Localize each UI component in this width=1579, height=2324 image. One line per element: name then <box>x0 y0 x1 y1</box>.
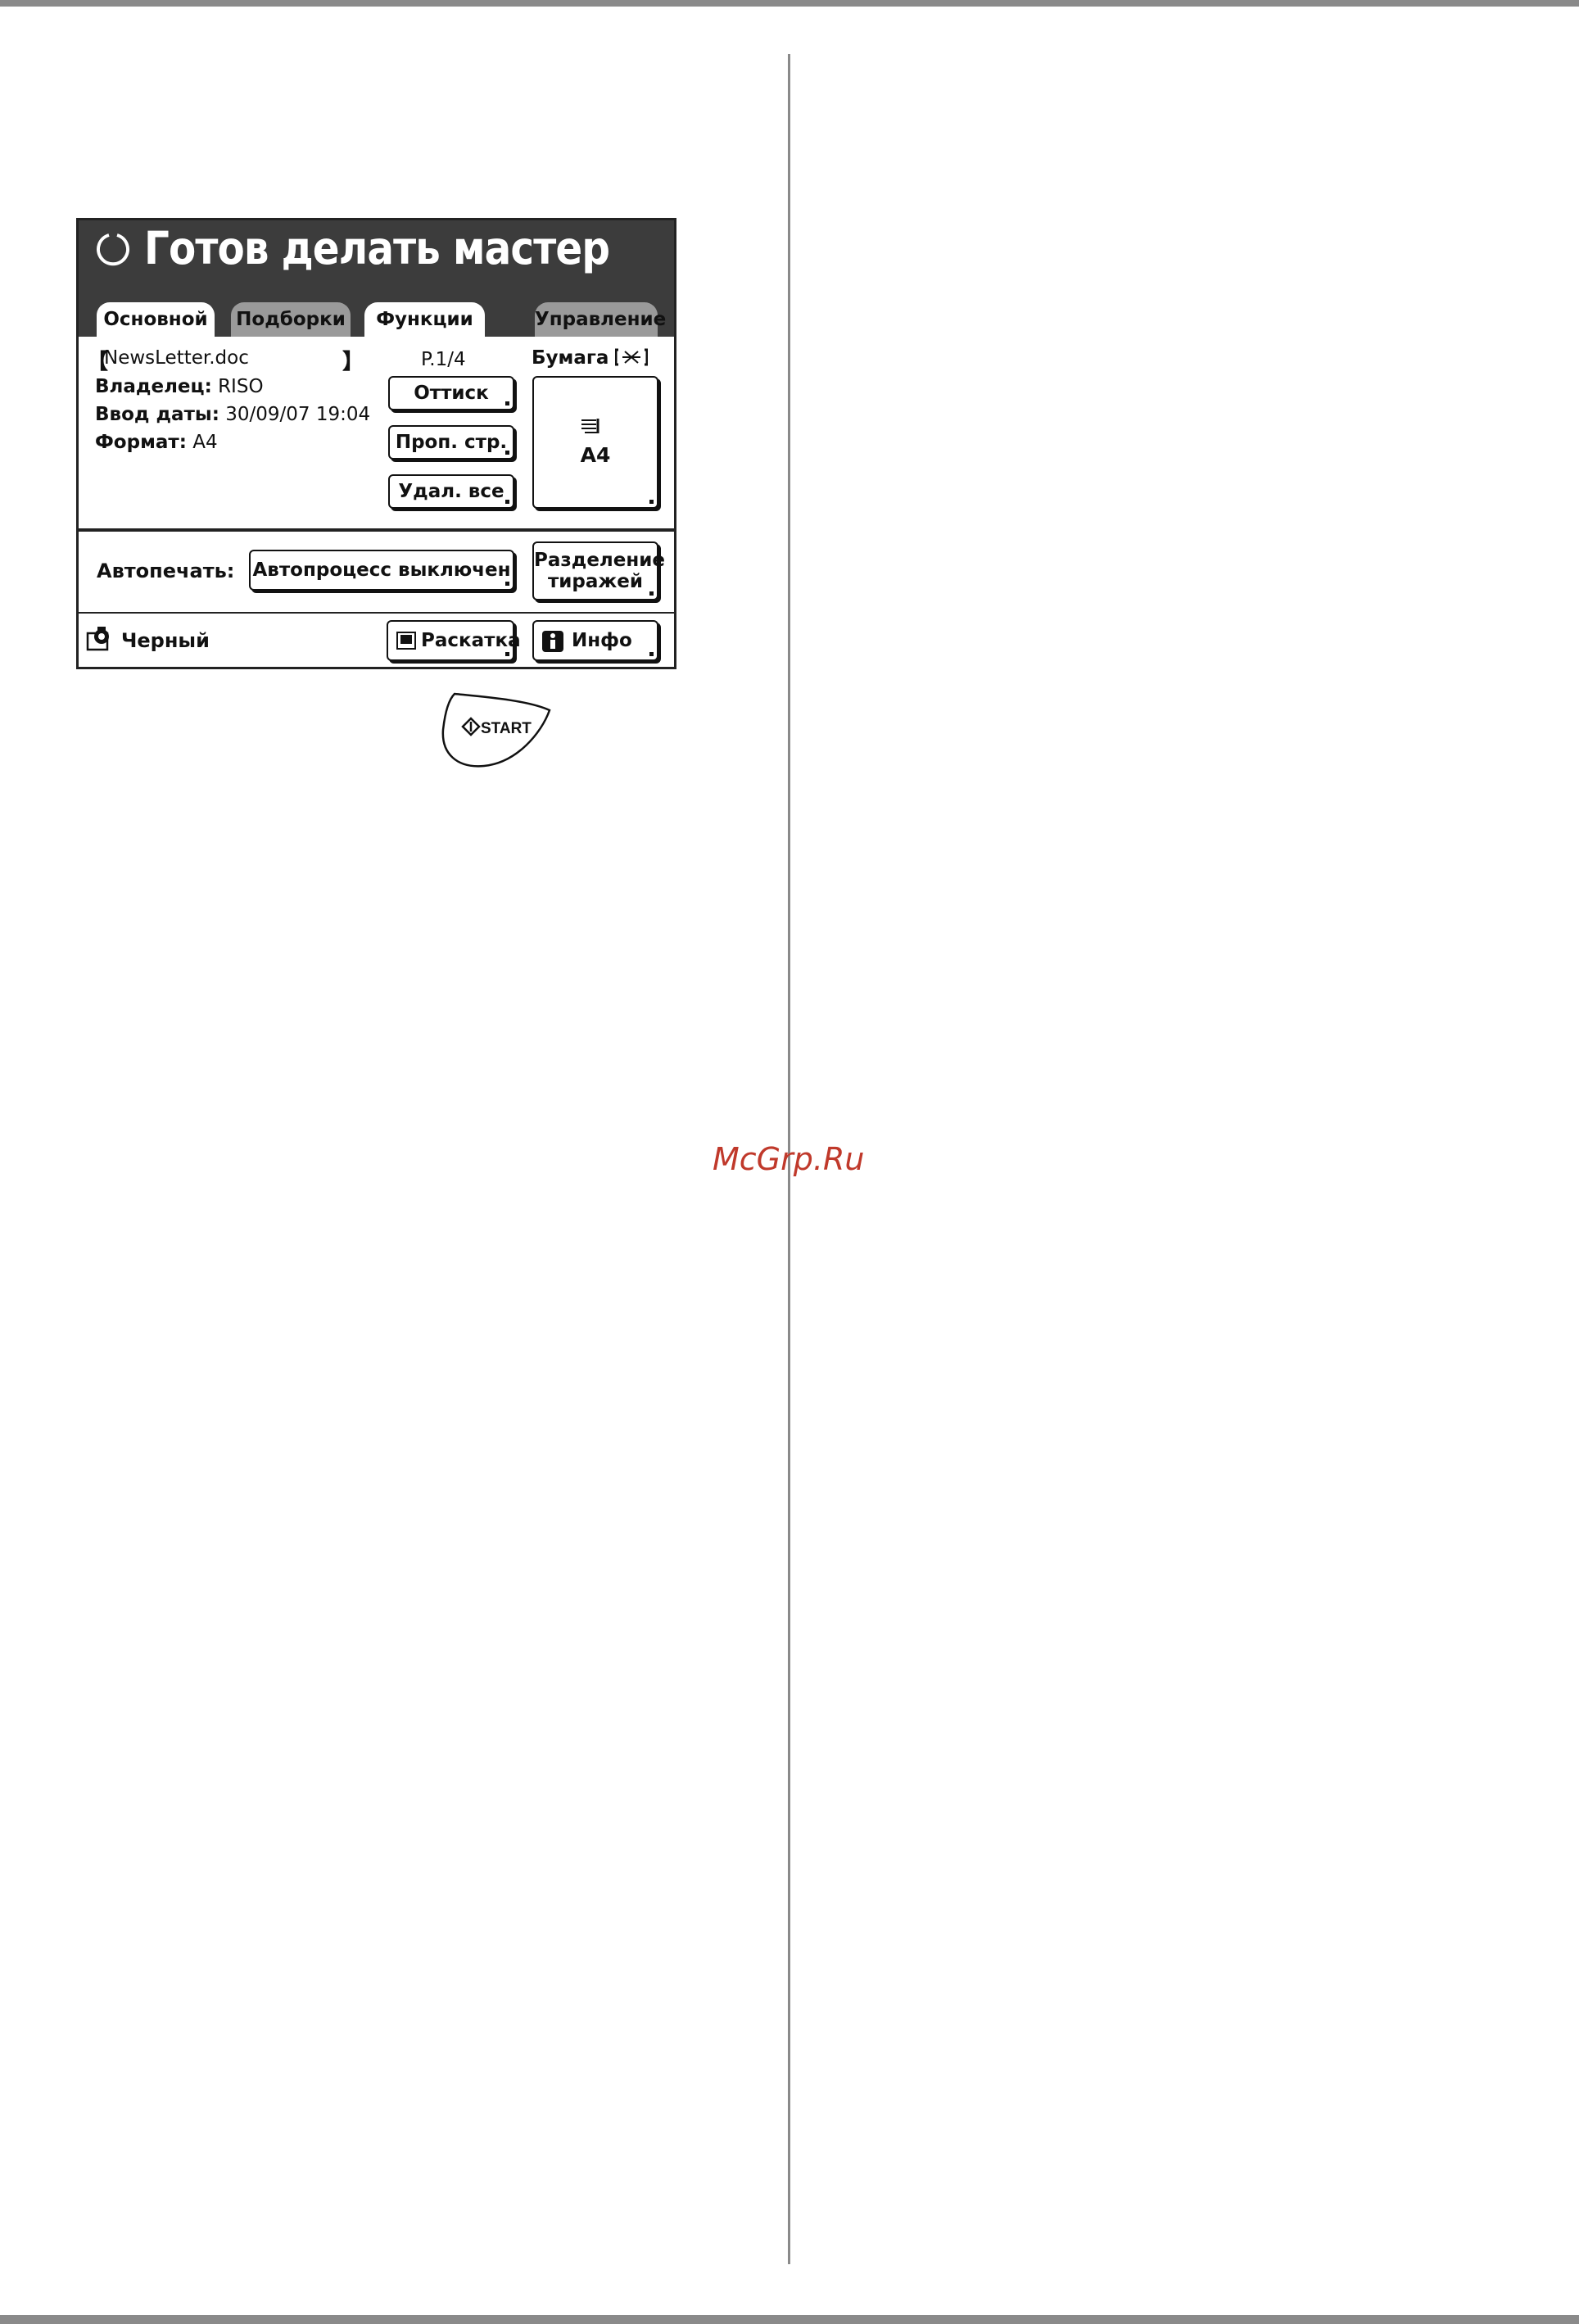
paper-row: Бумага <box>532 347 649 369</box>
layout-button-label: Раскатка <box>421 630 521 651</box>
control-panel-screen: Готов делать мастер Основной Подборки Фу… <box>76 218 676 669</box>
proof-button[interactable]: Оттиск <box>388 376 514 410</box>
format-value: A4 <box>192 432 218 453</box>
tab-admin[interactable]: Управление <box>535 302 666 337</box>
paper-size-button[interactable]: A4 <box>532 376 658 509</box>
tab-functions[interactable]: Функции <box>364 302 485 337</box>
owner-value: RISO <box>218 376 264 397</box>
ink-color-label: Черный <box>121 629 210 652</box>
page-indicator: P.1/4 <box>421 349 466 370</box>
skip-page-button-label: Проп. стр. <box>395 432 508 453</box>
status-title: Готов делать мастер <box>144 222 610 274</box>
paper-type-icon <box>614 348 649 366</box>
ready-status-icon <box>97 233 129 266</box>
watermark-text: McGrp.Ru <box>713 1141 865 1177</box>
date-value: 30/09/07 19:04 <box>225 404 371 425</box>
owner-label: Владелец: <box>95 376 212 397</box>
bottom-rule <box>0 2315 1579 2324</box>
top-rule <box>0 0 1579 7</box>
paper-label: Бумага <box>532 347 609 369</box>
format-row: Формат: A4 <box>95 432 218 453</box>
delete-all-button-label: Удал. все <box>398 481 504 502</box>
start-key[interactable]: START <box>438 691 553 771</box>
tab-basic[interactable]: Основной <box>97 302 215 337</box>
job-separation-label-line1: Разделение <box>534 550 665 571</box>
job-separation-label-line2: тиражей <box>547 571 644 592</box>
job-separation-button[interactable]: Разделение тиражей <box>532 541 665 600</box>
info-button[interactable]: Инфо <box>532 620 658 661</box>
info-button-label: Инфо <box>572 630 632 651</box>
skip-page-button[interactable]: Проп. стр. <box>388 425 514 460</box>
start-key-label: START <box>481 720 532 737</box>
status-header: Готов делать мастер Основной Подборки Фу… <box>79 220 674 337</box>
format-label: Формат: <box>95 432 187 453</box>
proof-button-label: Оттиск <box>414 383 489 404</box>
paper-tray-icon <box>581 419 599 433</box>
footer-separator <box>79 612 674 614</box>
date-label: Ввод даты: <box>95 404 219 425</box>
auto-print-label: Автопечать: <box>97 559 235 582</box>
filename-bracket-close: 】 <box>342 350 364 374</box>
delete-all-button[interactable]: Удал. все <box>388 474 514 509</box>
paper-size-value: A4 <box>580 443 611 467</box>
layout-button[interactable]: Раскатка <box>387 620 521 661</box>
section-separator <box>79 528 674 532</box>
date-row: Ввод даты: 30/09/07 19:04 <box>95 404 370 425</box>
owner-row: Владелец: RISO <box>95 376 264 397</box>
layout-icon <box>396 632 416 650</box>
auto-process-button-label: Автопроцесс выключен <box>252 559 511 581</box>
info-icon <box>542 631 563 652</box>
tab-selections[interactable]: Подборки <box>231 302 351 337</box>
document-filename: NewsLetter.doc <box>104 347 249 369</box>
ink-drum-icon <box>86 627 109 651</box>
auto-process-button[interactable]: Автопроцесс выключен <box>249 550 514 591</box>
